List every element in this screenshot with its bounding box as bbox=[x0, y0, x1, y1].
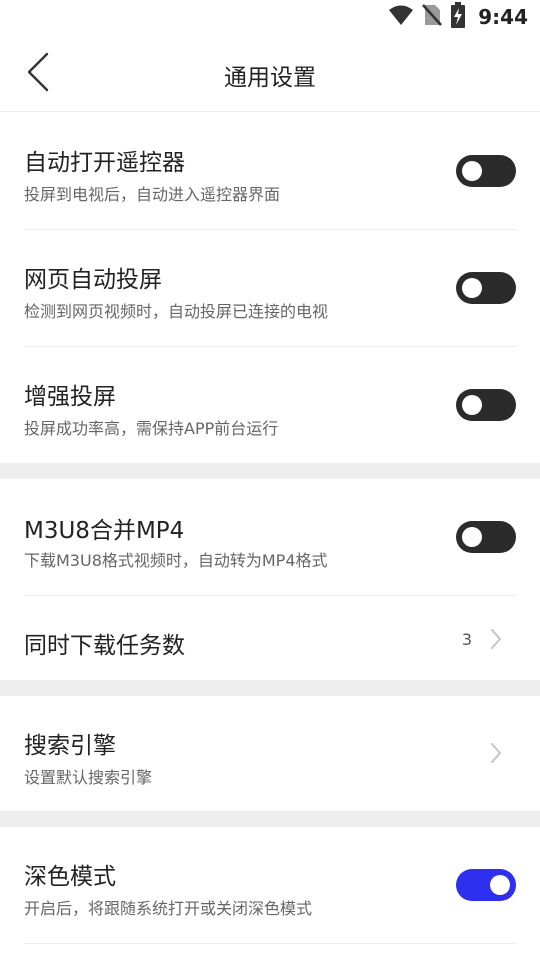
header: 通用设置 bbox=[0, 34, 540, 112]
setting-dark-mode: 深色模式 开启后，将跟随系统打开或关闭深色模式 bbox=[0, 827, 540, 944]
setting-title: 搜索引擎 bbox=[24, 733, 116, 759]
no-sim-icon bbox=[422, 3, 443, 31]
divider bbox=[24, 943, 516, 944]
dark-mode-toggle[interactable] bbox=[456, 869, 516, 901]
chevron-right-icon bbox=[488, 626, 504, 652]
setting-subtitle: 开启后，将跟随系统打开或关闭深色模式 bbox=[24, 899, 313, 918]
auto-remote-toggle[interactable] bbox=[456, 155, 516, 187]
setting-title: M3U8合并MP4 bbox=[24, 518, 185, 544]
toggle-knob bbox=[462, 278, 482, 298]
setting-web-auto-cast: 网页自动投屏 检测到网页视频时，自动投屏已连接的电视 bbox=[0, 230, 540, 347]
toggle-knob bbox=[490, 875, 510, 895]
setting-subtitle: 投屏成功率高，需保持APP前台运行 bbox=[24, 419, 279, 438]
wifi-icon bbox=[388, 4, 414, 30]
setting-concurrent-downloads[interactable]: 同时下载任务数 3 bbox=[0, 596, 540, 680]
setting-subtitle: 投屏到电视后，自动进入遥控器界面 bbox=[24, 185, 281, 204]
setting-value: 3 bbox=[461, 630, 472, 649]
chevron-right-icon bbox=[488, 740, 504, 766]
status-bar: 9:44 bbox=[0, 0, 540, 34]
status-time: 9:44 bbox=[478, 5, 528, 29]
setting-title: 网页自动投屏 bbox=[24, 267, 162, 293]
toggle-knob bbox=[462, 161, 482, 181]
setting-auto-remote: 自动打开遥控器 投屏到电视后，自动进入遥控器界面 bbox=[0, 113, 540, 230]
toggle-knob bbox=[462, 527, 482, 547]
enhanced-cast-toggle[interactable] bbox=[456, 389, 516, 421]
section-gap bbox=[0, 811, 540, 827]
setting-m3u8-merge: M3U8合并MP4 下载M3U8格式视频时，自动转为MP4格式 bbox=[0, 479, 540, 596]
status-icons: 9:44 bbox=[388, 2, 528, 32]
setting-search-engine[interactable]: 搜索引擎 设置默认搜索引擎 bbox=[0, 696, 540, 811]
section-gap bbox=[0, 463, 540, 479]
page-title: 通用设置 bbox=[224, 65, 316, 91]
section-gap bbox=[0, 680, 540, 696]
battery-charging-icon bbox=[450, 2, 466, 32]
setting-subtitle: 下载M3U8格式视频时，自动转为MP4格式 bbox=[24, 551, 328, 570]
setting-title: 深色模式 bbox=[24, 864, 116, 890]
web-auto-cast-toggle[interactable] bbox=[456, 272, 516, 304]
setting-title: 自动打开遥控器 bbox=[24, 150, 185, 176]
setting-subtitle: 检测到网页视频时，自动投屏已连接的电视 bbox=[24, 302, 329, 321]
m3u8-merge-toggle[interactable] bbox=[456, 521, 516, 553]
setting-title: 增强投屏 bbox=[24, 384, 116, 410]
setting-enhanced-cast: 增强投屏 投屏成功率高，需保持APP前台运行 bbox=[0, 347, 540, 463]
setting-title: 同时下载任务数 bbox=[24, 633, 185, 659]
setting-subtitle: 设置默认搜索引擎 bbox=[24, 768, 153, 787]
toggle-knob bbox=[462, 395, 482, 415]
